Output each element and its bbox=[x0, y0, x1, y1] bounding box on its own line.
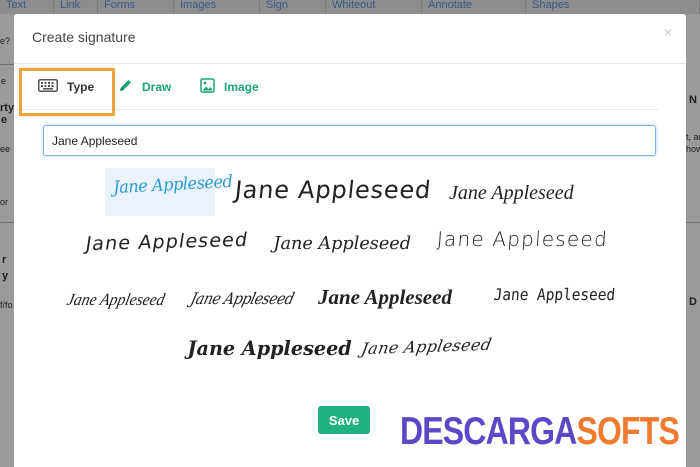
toolbar-shapes-tool: Shapes bbox=[526, 0, 700, 14]
bg-text: N bbox=[689, 94, 697, 106]
image-icon bbox=[200, 78, 215, 96]
bg-text: rty bbox=[0, 102, 15, 114]
bg-text: D bbox=[689, 296, 697, 308]
toolbar-whiteout-tool: Whiteout bbox=[326, 0, 422, 14]
signature-option[interactable]: Jane Appleseed bbox=[272, 235, 412, 253]
signature-option[interactable]: Jane Appleseed bbox=[184, 289, 300, 308]
signature-option[interactable]: Jane Appleseed bbox=[449, 183, 574, 203]
bg-divider bbox=[0, 222, 14, 223]
signature-option[interactable]: Jane Appleseed bbox=[84, 228, 250, 256]
bg-divider bbox=[0, 64, 14, 65]
bg-text: how bbox=[686, 144, 700, 154]
bg-text: f/fo bbox=[0, 300, 13, 310]
signature-option[interactable]: Jane Appleseed bbox=[436, 227, 609, 251]
tab-image-label: Image bbox=[224, 80, 259, 94]
bg-text: e? bbox=[0, 36, 11, 46]
save-button[interactable]: Save bbox=[318, 406, 370, 434]
signature-text: Jane Appleseed bbox=[318, 285, 452, 309]
tab-draw[interactable]: Draw bbox=[118, 70, 171, 104]
bg-text: r bbox=[2, 254, 7, 266]
signature-text: Jane Appleseed bbox=[112, 171, 233, 199]
signature-option[interactable]: Jane Appleseed bbox=[233, 176, 433, 204]
dialog-title: Create signature bbox=[32, 29, 136, 45]
toolbar-link-tool: Link bbox=[54, 0, 98, 14]
close-icon[interactable]: × bbox=[664, 24, 672, 40]
signature-text: Jane Appleseed bbox=[187, 336, 352, 360]
signature-text: Jane Appleseed bbox=[188, 289, 296, 308]
bg-text: e bbox=[1, 114, 8, 126]
watermark-text-part1: DESCARGA bbox=[400, 410, 577, 453]
signature-text: Jane Appleseed bbox=[449, 182, 574, 204]
bg-text: or bbox=[0, 197, 9, 207]
signature-name-input[interactable] bbox=[43, 125, 656, 156]
toolbar-images-tool: Images bbox=[174, 0, 260, 14]
background-left-strip: e? e rty e ee or r y f/fo bbox=[0, 14, 14, 467]
signature-option[interactable]: Jane Appleseed bbox=[105, 168, 233, 216]
toolbar-sign-tool: Sign bbox=[260, 0, 326, 14]
dialog-header: Create signature × bbox=[14, 14, 686, 64]
signature-text: Jane Appleseed bbox=[84, 228, 250, 256]
type-tab-highlight bbox=[19, 68, 115, 116]
signature-text: Jane Appleseed bbox=[65, 290, 167, 309]
signature-option[interactable]: Jane Appleseed bbox=[184, 338, 355, 358]
signature-text: Jane Appleseed bbox=[233, 176, 433, 204]
signature-option[interactable]: Jane Appleseed bbox=[487, 285, 622, 304]
bg-divider bbox=[686, 222, 700, 223]
bg-text: y bbox=[2, 270, 9, 282]
toolbar-forms-tool: Forms bbox=[98, 0, 174, 14]
bg-text: t, an bbox=[686, 132, 700, 142]
toolbar-text-tool: Text bbox=[0, 0, 54, 14]
toolbar-annotate-tool: Annotate bbox=[422, 0, 526, 14]
pencil-icon bbox=[118, 78, 133, 96]
watermark-logo: DESCARGASOFTS bbox=[400, 410, 680, 453]
signature-option[interactable]: Jane Appleseed bbox=[318, 287, 452, 308]
background-toolbar: Text Link Forms Images Sign Whiteout Ann… bbox=[0, 0, 700, 14]
signature-text: Jane Appleseed bbox=[436, 227, 609, 251]
signature-text: Jane Appleseed bbox=[359, 334, 494, 359]
tab-draw-label: Draw bbox=[142, 80, 172, 94]
background-right-strip: N t, an how D bbox=[686, 14, 700, 467]
signature-option[interactable]: Jane Appleseed bbox=[63, 290, 169, 309]
signature-text: Jane Appleseed bbox=[273, 233, 412, 254]
bg-text: ee bbox=[0, 144, 11, 154]
bg-text: e bbox=[1, 76, 7, 86]
signature-option[interactable]: Jane Appleseed bbox=[359, 334, 494, 359]
signature-text: Jane Appleseed bbox=[492, 285, 616, 304]
tab-image[interactable]: Image bbox=[200, 70, 259, 104]
watermark-text-part2: SOFTS bbox=[576, 410, 679, 453]
